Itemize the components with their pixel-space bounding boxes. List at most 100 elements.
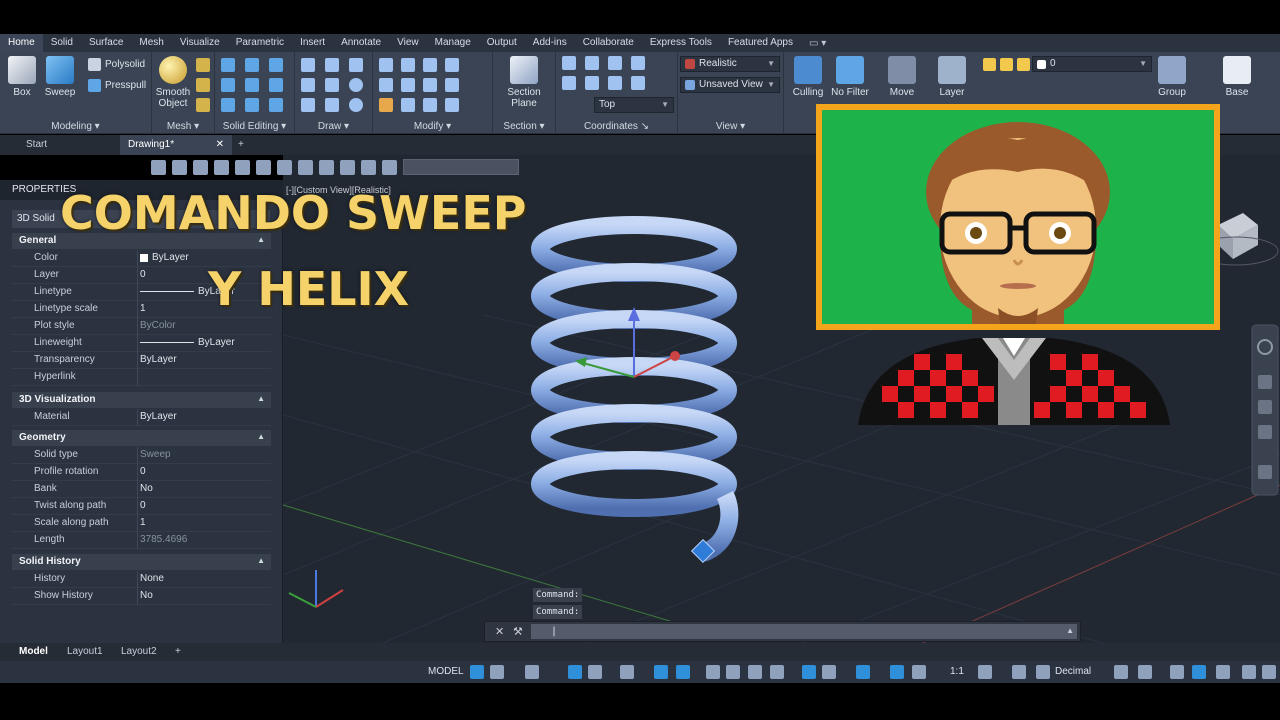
property-row[interactable]: Material ByLayer bbox=[12, 409, 271, 426]
panel-title-section[interactable]: Section ▾ bbox=[493, 121, 555, 132]
toolbar-icon[interactable] bbox=[235, 159, 250, 175]
shell-icon[interactable] bbox=[245, 98, 259, 112]
trim-icon[interactable] bbox=[445, 58, 459, 72]
ucs-icon[interactable] bbox=[562, 56, 576, 70]
dynamic-ucs-icon[interactable] bbox=[770, 665, 784, 679]
tab-drawing1[interactable]: Drawing1* ✕ bbox=[120, 135, 232, 155]
property-row[interactable]: Scale along path 1 bbox=[12, 515, 271, 532]
property-row[interactable]: Profile rotation 0 bbox=[12, 464, 271, 481]
union-icon[interactable] bbox=[221, 58, 235, 72]
visual-style-dropdown[interactable]: Realistic ▼ bbox=[680, 56, 780, 72]
section-plane-button[interactable]: Section Plane bbox=[502, 56, 546, 109]
category-solid-history[interactable]: Solid History ▲ bbox=[12, 554, 271, 570]
ucs-icon[interactable] bbox=[608, 76, 622, 90]
toolbar-icon[interactable] bbox=[172, 159, 187, 175]
navigation-bar[interactable] bbox=[1251, 324, 1279, 496]
extract-edges-icon[interactable] bbox=[269, 58, 283, 72]
status-menu-icon[interactable] bbox=[1262, 665, 1276, 679]
layer-dropdown[interactable]: 0 ▼ bbox=[1032, 56, 1152, 72]
erase-icon[interactable] bbox=[379, 98, 393, 112]
transparency-icon[interactable] bbox=[726, 665, 740, 679]
mirror-icon[interactable] bbox=[401, 78, 415, 92]
add-layout-button[interactable]: + bbox=[166, 643, 190, 661]
fillet-icon[interactable] bbox=[445, 78, 459, 92]
offset-icon[interactable] bbox=[445, 98, 459, 112]
layer-properties-button[interactable]: Layer bbox=[930, 56, 974, 98]
tab-insert[interactable]: Insert bbox=[292, 34, 333, 52]
panel-title-coordinates[interactable]: Coordinates ↘ bbox=[556, 121, 677, 132]
ucs-icon[interactable] bbox=[631, 76, 645, 90]
snap-icon[interactable] bbox=[490, 665, 504, 679]
presspull-button[interactable]: Presspull bbox=[88, 79, 146, 92]
circle-icon[interactable] bbox=[349, 78, 363, 92]
clean-screen-icon[interactable] bbox=[1216, 665, 1230, 679]
property-row[interactable]: Bank No bbox=[12, 481, 271, 498]
saved-view-dropdown[interactable]: Unsaved View ▼ bbox=[680, 77, 780, 93]
lock-ui-icon[interactable] bbox=[1138, 665, 1152, 679]
object-snap-tracking-icon[interactable] bbox=[620, 665, 634, 679]
units-icon[interactable] bbox=[1036, 665, 1050, 679]
tab-surface[interactable]: Surface bbox=[81, 34, 131, 52]
panel-title-solid-editing[interactable]: Solid Editing ▾ bbox=[215, 121, 294, 132]
culling-button[interactable]: Culling bbox=[786, 56, 830, 98]
toolbar-icon[interactable] bbox=[256, 159, 271, 175]
isolate-objects-icon[interactable] bbox=[1170, 665, 1184, 679]
close-icon[interactable]: ✕ bbox=[495, 625, 504, 638]
mesh-icon[interactable] bbox=[196, 98, 210, 112]
rectangle-icon[interactable] bbox=[325, 98, 339, 112]
no-filter-button[interactable]: No Filter bbox=[828, 56, 872, 98]
panel-title-modeling[interactable]: Modeling ▾ bbox=[0, 121, 151, 132]
ucs-icon[interactable] bbox=[585, 76, 599, 90]
panel-title-draw[interactable]: Draw ▾ bbox=[295, 121, 372, 132]
ellipse-icon[interactable] bbox=[349, 98, 363, 112]
base-button[interactable]: Base bbox=[1215, 56, 1259, 98]
toolbar-icon[interactable] bbox=[277, 159, 292, 175]
selection-filter-icon[interactable] bbox=[802, 665, 816, 679]
customize-wrench-icon[interactable]: ⚒ bbox=[513, 625, 523, 638]
separate-icon[interactable] bbox=[269, 98, 283, 112]
units-value[interactable]: Decimal bbox=[1055, 665, 1091, 679]
tab-layout1[interactable]: Layout1 bbox=[58, 643, 112, 661]
quick-properties-icon[interactable] bbox=[1114, 665, 1128, 679]
tab-layout2[interactable]: Layout2 bbox=[112, 643, 166, 661]
selection-cycling-icon[interactable] bbox=[748, 665, 762, 679]
move-gizmo-button[interactable]: Move bbox=[880, 56, 924, 98]
intersect-icon[interactable] bbox=[221, 98, 235, 112]
tab-add-ins[interactable]: Add-ins bbox=[525, 34, 575, 52]
tab-solid[interactable]: Solid bbox=[43, 34, 81, 52]
interfere-icon[interactable] bbox=[245, 78, 259, 92]
scale-icon[interactable] bbox=[423, 78, 437, 92]
toolbar-icon[interactable] bbox=[340, 159, 355, 175]
toolbar-icon[interactable] bbox=[319, 159, 334, 175]
ucs-icon[interactable] bbox=[562, 76, 576, 90]
move-icon[interactable] bbox=[379, 58, 393, 72]
tab-featured-apps[interactable]: Featured Apps bbox=[720, 34, 801, 52]
tab-view[interactable]: View bbox=[389, 34, 427, 52]
toolbar-icon[interactable] bbox=[193, 159, 208, 175]
property-row[interactable]: Lineweight ByLayer bbox=[12, 335, 271, 352]
toolbar-icon[interactable] bbox=[298, 159, 313, 175]
lineweight-icon[interactable] bbox=[706, 665, 720, 679]
tab-mesh[interactable]: Mesh bbox=[131, 34, 171, 52]
ucs-icon[interactable] bbox=[608, 56, 622, 70]
spline-icon[interactable] bbox=[301, 78, 315, 92]
annotation-visibility-icon[interactable] bbox=[856, 665, 870, 679]
gizmo-icon[interactable] bbox=[822, 665, 836, 679]
line-icon[interactable] bbox=[325, 58, 339, 72]
ribbon-options-icon[interactable]: ▭ ▾ bbox=[809, 38, 826, 49]
copy-icon[interactable] bbox=[401, 58, 415, 72]
ucs-icon[interactable] bbox=[585, 56, 599, 70]
graphics-performance-icon[interactable] bbox=[1192, 665, 1206, 679]
panel-title-view[interactable]: View ▾ bbox=[678, 121, 783, 132]
polar-icon[interactable] bbox=[568, 665, 582, 679]
close-icon[interactable]: ✕ bbox=[216, 135, 224, 155]
3d-object-snap-icon[interactable] bbox=[676, 665, 690, 679]
rotate-icon[interactable] bbox=[379, 78, 393, 92]
tab-home[interactable]: Home bbox=[0, 34, 43, 52]
new-tab-button[interactable]: + bbox=[230, 135, 252, 155]
command-history-toggle-icon[interactable]: ▲ bbox=[1066, 626, 1074, 635]
smooth-object-button[interactable]: Smooth Object bbox=[152, 56, 194, 109]
tab-output[interactable]: Output bbox=[479, 34, 525, 52]
model-space-toggle[interactable]: MODEL bbox=[428, 665, 464, 679]
toolbar-icon[interactable] bbox=[361, 159, 376, 175]
